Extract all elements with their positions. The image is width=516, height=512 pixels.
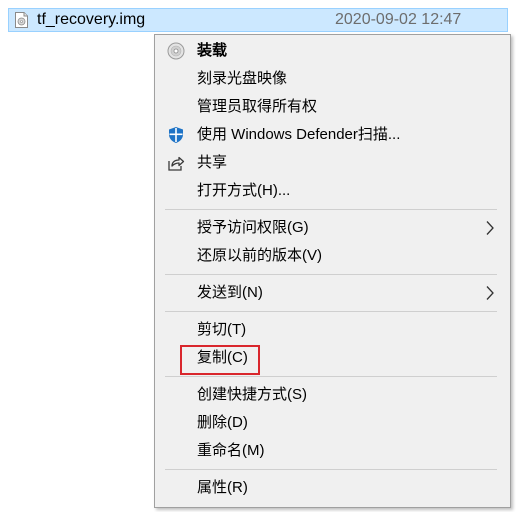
menu-item-label: 共享: [197, 154, 228, 171]
menu-item-delete[interactable]: 删除(D): [155, 410, 510, 436]
menu-item-label: 重命名(M): [197, 442, 265, 459]
menu-item-burn-disc-image[interactable]: 刻录光盘映像: [155, 66, 510, 92]
menu-item-restore-previous-versions[interactable]: 还原以前的版本(V): [155, 243, 510, 269]
menu-item-label: 使用 Windows Defender扫描...: [197, 126, 401, 143]
menu-item-defender-scan[interactable]: 使用 Windows Defender扫描...: [155, 122, 510, 148]
chevron-right-icon: [486, 286, 494, 300]
menu-separator: [165, 469, 497, 470]
menu-item-create-shortcut[interactable]: 创建快捷方式(S): [155, 382, 510, 408]
menu-item-label: 剪切(T): [197, 321, 247, 338]
file-modified-date: 2020-09-02 12:47: [335, 11, 462, 28]
menu-separator: [165, 209, 497, 210]
menu-item-cut[interactable]: 剪切(T): [155, 317, 510, 343]
menu-item-label: 创建快捷方式(S): [197, 386, 307, 403]
file-list-row[interactable]: tf_recovery.img 2020-09-02 12:47: [8, 8, 508, 32]
menu-item-label: 属性(R): [197, 479, 248, 496]
menu-item-label: 授予访问权限(G): [197, 219, 309, 236]
defender-shield-icon: [169, 127, 183, 143]
menu-item-give-access[interactable]: 授予访问权限(G): [155, 215, 510, 241]
menu-item-share[interactable]: 共享: [155, 150, 510, 176]
menu-item-label: 装载: [197, 42, 228, 59]
disc-image-file-icon: [15, 12, 28, 28]
copy-highlight-annotation: [180, 345, 260, 375]
menu-item-label: 删除(D): [197, 414, 248, 431]
menu-item-properties[interactable]: 属性(R): [155, 475, 510, 501]
disc-mount-icon: [167, 42, 185, 60]
file-name: tf_recovery.img: [37, 11, 146, 28]
menu-item-label: 管理员取得所有权: [197, 98, 318, 115]
menu-item-label: 还原以前的版本(V): [197, 247, 322, 264]
menu-separator: [165, 376, 497, 377]
menu-item-rename[interactable]: 重命名(M): [155, 438, 510, 464]
menu-item-mount[interactable]: 装载: [155, 38, 510, 64]
context-menu: 装载 刻录光盘映像 管理员取得所有权 使用 Windows Defender扫描…: [154, 34, 511, 508]
menu-separator: [165, 311, 497, 312]
menu-separator: [165, 274, 497, 275]
menu-item-take-ownership[interactable]: 管理员取得所有权: [155, 94, 510, 120]
menu-item-label: 刻录光盘映像: [197, 70, 288, 87]
share-icon: [168, 156, 185, 171]
menu-item-label: 发送到(N): [197, 284, 263, 301]
menu-item-open-with[interactable]: 打开方式(H)...: [155, 178, 510, 204]
menu-item-send-to[interactable]: 发送到(N): [155, 280, 510, 306]
chevron-right-icon: [486, 221, 494, 235]
menu-item-label: 打开方式(H)...: [197, 182, 291, 199]
